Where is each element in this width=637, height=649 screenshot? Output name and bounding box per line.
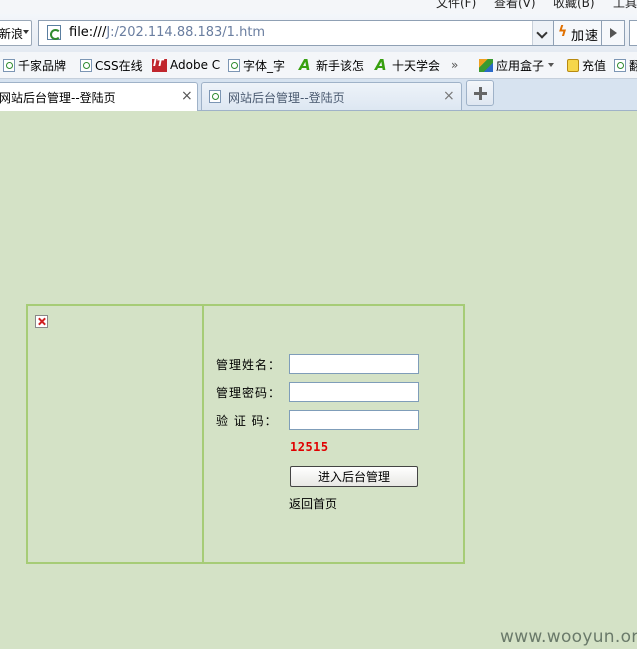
favorite-label: 字体_字 <box>243 58 286 73</box>
tab-title: 网站后台管理--登陆页 <box>0 91 116 105</box>
favorite-item[interactable]: 十天学会 <box>375 56 440 74</box>
lightning-icon: ϟ <box>558 24 568 40</box>
favorite-label: 应用盒子 <box>496 58 545 73</box>
favorite-label: 新手该怎 <box>316 58 365 73</box>
page-icon <box>80 58 92 72</box>
page-icon <box>228 58 240 72</box>
favorites-overflow-button[interactable]: » <box>451 56 458 74</box>
tab-active[interactable]: 网站后台管理--登陆页 × <box>0 82 198 111</box>
back-home-link[interactable]: 返回首页 <box>289 495 337 512</box>
page-icon <box>614 58 626 72</box>
menu-favorites[interactable]: 收藏(B) <box>553 0 595 11</box>
close-icon[interactable]: × <box>181 89 193 103</box>
adobe-icon <box>152 58 167 72</box>
favorite-label: Adobe C <box>170 58 221 72</box>
search-input[interactable] <box>629 20 637 46</box>
favorite-item[interactable]: 新手该怎 <box>299 56 364 74</box>
address-toolbar: 新浪 file:///J:/202.114.88.183/1.htm ϟ 加速 <box>0 14 637 52</box>
menu-view[interactable]: 查看(V) <box>494 0 536 11</box>
tab-bar: 网站后台管理--登陆页 × 网站后台管理--登陆页 × <box>0 79 637 111</box>
app-box-icon <box>479 58 493 72</box>
favorite-label: 千家品牌 <box>18 58 67 73</box>
green-a-icon <box>299 56 313 74</box>
username-label: 管理姓名： <box>216 358 282 372</box>
password-field[interactable] <box>289 382 419 402</box>
logo-cell <box>28 306 204 562</box>
menu-tools[interactable]: 工具 <box>613 0 637 11</box>
chevron-icon: » <box>451 58 459 72</box>
go-button[interactable] <box>601 20 625 46</box>
green-a-icon <box>375 56 389 74</box>
close-icon[interactable]: × <box>443 89 455 103</box>
menu-file[interactable]: 文件(F) <box>436 0 476 11</box>
menu-bar: 文件(F) 查看(V) 收藏(B) 工具 <box>0 0 637 14</box>
favorite-item[interactable]: 字体_字 <box>228 56 285 74</box>
favorite-item[interactable]: 翻 <box>614 56 637 74</box>
favorite-label: CSS在线 <box>95 58 143 73</box>
username-field[interactable] <box>289 354 419 374</box>
favorite-item[interactable]: Adobe C <box>152 56 220 74</box>
broken-image-icon <box>35 315 48 328</box>
captcha-label: 验 证 码： <box>216 414 278 428</box>
favorite-item[interactable]: 应用盒子 <box>479 56 555 74</box>
favorite-label: 充值 <box>582 58 607 73</box>
watermark: www.wooyun.org <box>500 627 637 647</box>
login-panel: 管理姓名： 管理密码： 验 证 码： 12515 进入后台管理 返回首页 <box>26 304 465 564</box>
url-text[interactable]: file:///J:/202.114.88.183/1.htm <box>69 25 265 40</box>
page-icon <box>47 25 61 40</box>
search-engine-select[interactable]: 新浪 <box>0 20 32 46</box>
favorite-label: 翻 <box>629 57 637 74</box>
url-prefix: file:/// <box>69 25 107 40</box>
page-icon <box>3 58 15 72</box>
address-dropdown-button[interactable] <box>532 21 553 45</box>
url-path: J:/202.114.88.183/1.htm <box>106 25 266 40</box>
speedup-label: 加速 <box>571 29 600 44</box>
chevron-down-icon <box>23 30 29 34</box>
captcha-field[interactable] <box>289 410 419 430</box>
captcha-code: 12515 <box>290 440 329 454</box>
coin-icon <box>567 58 579 72</box>
tab-inactive[interactable]: 网站后台管理--登陆页 × <box>201 82 462 110</box>
login-submit-button[interactable]: 进入后台管理 <box>290 466 418 487</box>
tab-title: 网站后台管理--登陆页 <box>228 91 345 105</box>
favorites-bar: 千家品牌 CSS在线 Adobe C 字体_字 新手该怎 十天学会 » 应用盒子… <box>0 52 637 79</box>
search-engine-label: 新浪 <box>0 27 24 41</box>
chevron-down-icon <box>548 63 555 67</box>
page-icon <box>209 90 221 103</box>
password-label: 管理密码： <box>216 386 282 400</box>
address-bar[interactable]: file:///J:/202.114.88.183/1.htm <box>38 20 554 46</box>
favorite-item[interactable]: 充值 <box>567 56 606 74</box>
favorite-label: 十天学会 <box>392 58 441 73</box>
speedup-button[interactable]: ϟ 加速 <box>553 20 603 46</box>
new-tab-button[interactable] <box>466 80 494 106</box>
favorite-item[interactable]: CSS在线 <box>80 56 143 74</box>
favorite-item[interactable]: 千家品牌 <box>3 56 66 74</box>
